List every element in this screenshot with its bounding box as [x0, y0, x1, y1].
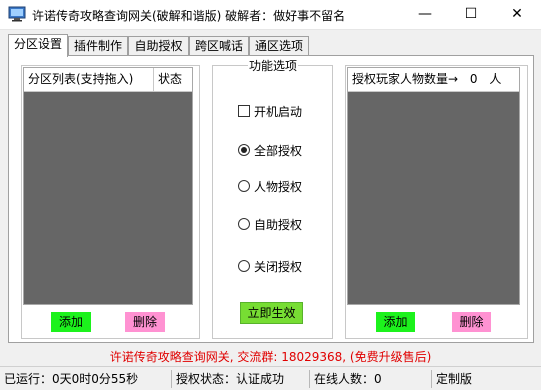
window-title: 许诺传奇攻略查询网关(破解和谐版) 破解者：做好事不留名: [32, 9, 346, 23]
radio-dot-authorize-character[interactable]: [238, 180, 250, 192]
radio-self-authorize[interactable]: 自助授权: [238, 216, 302, 232]
minimize-button[interactable]: —: [402, 0, 448, 30]
function-options-legend: 功能选项: [248, 57, 299, 74]
contact-notice: 许诺传奇攻略查询网关, 交流群: 18029368, (免费升级售后): [109, 350, 432, 364]
column-partition-list[interactable]: 分区列表(支持拖入): [24, 68, 154, 92]
radio-authorize-character[interactable]: 人物授权: [238, 178, 302, 194]
tab-self-authorization[interactable]: 自助授权: [128, 36, 189, 56]
status-online-count: 在线人数：0: [310, 370, 432, 388]
status-edition: 定制版: [436, 372, 473, 386]
radio-label-disable-authorize: 关闭授权: [254, 259, 303, 274]
player-delete-button[interactable]: 删除: [452, 312, 491, 332]
autostart-option[interactable]: 开机启动: [238, 103, 302, 119]
status-bar: 已运行：0天0时0分55秒 授权状态：认证成功 在线人数：0 定制版: [0, 366, 541, 390]
tab-cross-zone-shout[interactable]: 跨区喊话: [189, 36, 249, 56]
autostart-checkbox[interactable]: [238, 105, 250, 117]
authorized-players-list[interactable]: 授权玩家人物数量→ 0 人: [347, 67, 520, 305]
monitor-icon: [8, 6, 26, 22]
authorized-players-header: 授权玩家人物数量→ 0 人: [348, 68, 519, 92]
authorized-players-column[interactable]: 授权玩家人物数量→ 0 人: [348, 68, 519, 92]
autostart-label: 开机启动: [254, 104, 303, 119]
radio-label-authorize-character: 人物授权: [254, 179, 303, 194]
radio-label-authorize-all: 全部授权: [254, 143, 303, 158]
partition-list-header: 分区列表(支持拖入) 状态: [24, 68, 192, 92]
close-button[interactable]: ✕: [494, 0, 540, 30]
tab-partition-settings[interactable]: 分区设置: [8, 34, 68, 57]
radio-dot-authorize-all[interactable]: [238, 144, 250, 156]
column-status[interactable]: 状态: [154, 68, 192, 92]
radio-authorize-all[interactable]: 全部授权: [238, 142, 302, 158]
partition-list[interactable]: 分区列表(支持拖入) 状态: [23, 67, 193, 305]
status-uptime: 已运行：0天0时0分55秒: [0, 370, 172, 388]
tab-plugin-making[interactable]: 插件制作: [68, 36, 128, 56]
partition-delete-button[interactable]: 删除: [125, 312, 165, 332]
title-bar: 许诺传奇攻略查询网关(破解和谐版) 破解者：做好事不留名 — ☐ ✕: [0, 0, 541, 30]
partition-add-button[interactable]: 添加: [51, 312, 91, 332]
authorized-count-unit: 人: [489, 72, 502, 86]
apply-now-button[interactable]: 立即生效: [240, 302, 303, 324]
authorized-count-prefix: 授权玩家人物数量→: [352, 72, 459, 86]
tab-zone-options[interactable]: 通区选项: [249, 36, 309, 56]
player-add-button[interactable]: 添加: [376, 312, 415, 332]
authorized-count-value: 0: [469, 72, 478, 86]
radio-dot-self-authorize[interactable]: [238, 218, 250, 230]
status-auth-state: 授权状态：认证成功: [172, 370, 310, 388]
radio-disable-authorize[interactable]: 关闭授权: [238, 258, 302, 274]
maximize-button[interactable]: ☐: [448, 0, 494, 30]
radio-label-self-authorize: 自助授权: [254, 217, 303, 232]
radio-dot-disable-authorize[interactable]: [238, 260, 250, 272]
